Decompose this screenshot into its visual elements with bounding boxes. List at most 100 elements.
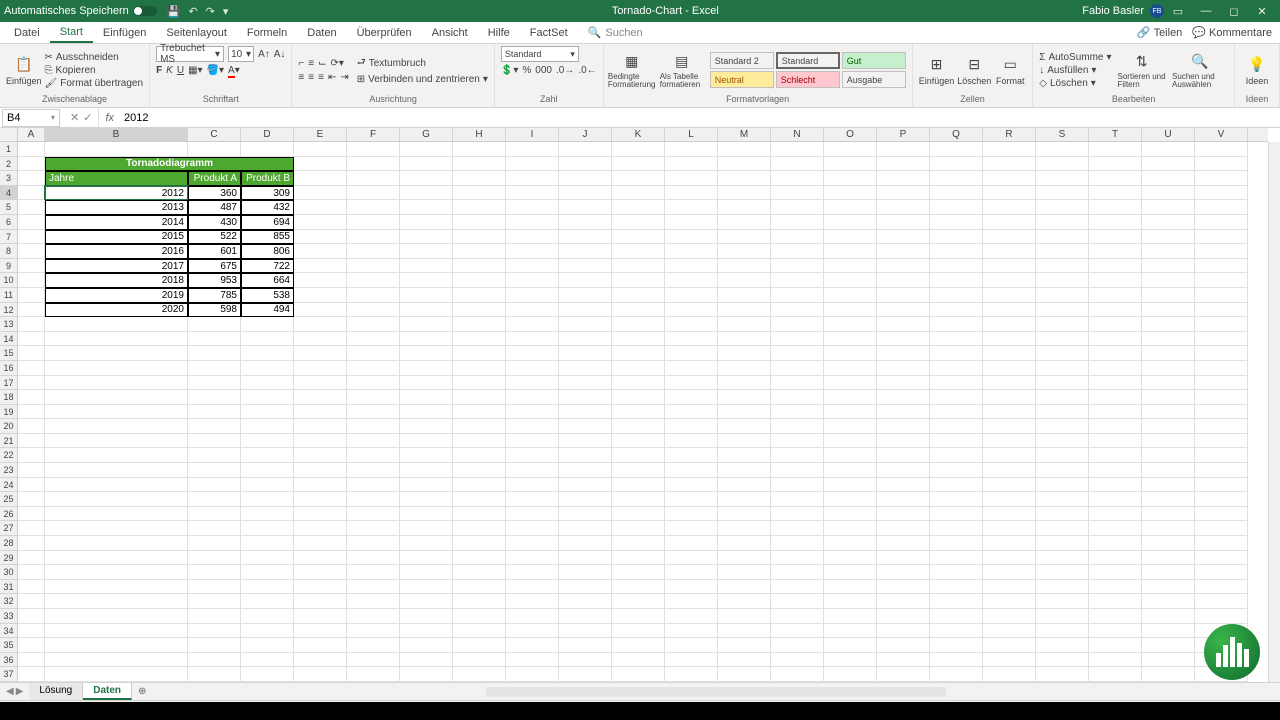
cell-E36[interactable] bbox=[294, 653, 347, 668]
cell-L30[interactable] bbox=[665, 565, 718, 580]
cell-S8[interactable] bbox=[1036, 244, 1089, 259]
cell-N15[interactable] bbox=[771, 346, 824, 361]
cell-L28[interactable] bbox=[665, 536, 718, 551]
cell-P26[interactable] bbox=[877, 507, 930, 522]
cell-U22[interactable] bbox=[1142, 448, 1195, 463]
cell-I37[interactable] bbox=[506, 667, 559, 682]
cell-B31[interactable] bbox=[45, 580, 188, 595]
cell-V17[interactable] bbox=[1195, 376, 1248, 391]
cell-T8[interactable] bbox=[1089, 244, 1142, 259]
cell-N2[interactable] bbox=[771, 157, 824, 172]
font-name-dropdown[interactable]: Trebuchet MS▾ bbox=[156, 46, 224, 62]
cell-I31[interactable] bbox=[506, 580, 559, 595]
cell-D29[interactable] bbox=[241, 551, 294, 566]
cell-P24[interactable] bbox=[877, 478, 930, 493]
cell-Q29[interactable] bbox=[930, 551, 983, 566]
tab-factset[interactable]: FactSet bbox=[520, 24, 578, 42]
cell-S9[interactable] bbox=[1036, 259, 1089, 274]
cell-A23[interactable] bbox=[18, 463, 45, 478]
cell-A24[interactable] bbox=[18, 478, 45, 493]
cell-A5[interactable] bbox=[18, 200, 45, 215]
cell-M10[interactable] bbox=[718, 273, 771, 288]
cell-T36[interactable] bbox=[1089, 653, 1142, 668]
cell-S24[interactable] bbox=[1036, 478, 1089, 493]
autosum-button[interactable]: Σ AutoSumme ▾ bbox=[1039, 52, 1111, 63]
undo-icon[interactable]: ↶ bbox=[188, 5, 197, 18]
increase-decimal-icon[interactable]: .0→ bbox=[556, 65, 574, 76]
enter-formula-icon[interactable]: ✓ bbox=[83, 111, 92, 124]
cell-Q32[interactable] bbox=[930, 594, 983, 609]
cell-G14[interactable] bbox=[400, 332, 453, 347]
cell-J33[interactable] bbox=[559, 609, 612, 624]
tab-hilfe[interactable]: Hilfe bbox=[478, 24, 520, 42]
cell-I24[interactable] bbox=[506, 478, 559, 493]
cell-H26[interactable] bbox=[453, 507, 506, 522]
cell-G23[interactable] bbox=[400, 463, 453, 478]
cell-L6[interactable] bbox=[665, 215, 718, 230]
cell-C16[interactable] bbox=[188, 361, 241, 376]
user-avatar-icon[interactable]: FB bbox=[1150, 4, 1164, 18]
cell-V18[interactable] bbox=[1195, 390, 1248, 405]
qat-dropdown-icon[interactable]: ▾ bbox=[223, 5, 229, 18]
cell-D8[interactable]: 806 bbox=[241, 244, 294, 259]
cell-L5[interactable] bbox=[665, 200, 718, 215]
cell-P34[interactable] bbox=[877, 624, 930, 639]
sheet-nav-next-icon[interactable]: ▶ bbox=[16, 686, 24, 697]
cell-U31[interactable] bbox=[1142, 580, 1195, 595]
cell-R1[interactable] bbox=[983, 142, 1036, 157]
cell-K23[interactable] bbox=[612, 463, 665, 478]
cell-V24[interactable] bbox=[1195, 478, 1248, 493]
cell-R8[interactable] bbox=[983, 244, 1036, 259]
cell-C6[interactable]: 430 bbox=[188, 215, 241, 230]
cell-V3[interactable] bbox=[1195, 171, 1248, 186]
find-select-button[interactable]: 🔍Suchen und Auswählen bbox=[1172, 52, 1228, 89]
cell-P8[interactable] bbox=[877, 244, 930, 259]
cell-B23[interactable] bbox=[45, 463, 188, 478]
spreadsheet-grid[interactable]: ABCDEFGHIJKLMNOPQRSTUV 12345678910111213… bbox=[0, 128, 1280, 682]
italic-icon[interactable]: K bbox=[166, 65, 173, 76]
cell-A7[interactable] bbox=[18, 230, 45, 245]
cell-L15[interactable] bbox=[665, 346, 718, 361]
cell-J13[interactable] bbox=[559, 317, 612, 332]
cell-G30[interactable] bbox=[400, 565, 453, 580]
cell-S15[interactable] bbox=[1036, 346, 1089, 361]
cell-E1[interactable] bbox=[294, 142, 347, 157]
cell-I32[interactable] bbox=[506, 594, 559, 609]
cell-J5[interactable] bbox=[559, 200, 612, 215]
cell-F10[interactable] bbox=[347, 273, 400, 288]
cell-I4[interactable] bbox=[506, 186, 559, 201]
cell-Q18[interactable] bbox=[930, 390, 983, 405]
cell-S1[interactable] bbox=[1036, 142, 1089, 157]
cell-P30[interactable] bbox=[877, 565, 930, 580]
cell-M32[interactable] bbox=[718, 594, 771, 609]
cell-M4[interactable] bbox=[718, 186, 771, 201]
cell-J12[interactable] bbox=[559, 303, 612, 318]
col-header-E[interactable]: E bbox=[294, 128, 347, 141]
cell-A31[interactable] bbox=[18, 580, 45, 595]
cell-R18[interactable] bbox=[983, 390, 1036, 405]
number-format-dropdown[interactable]: Standard▾ bbox=[501, 46, 579, 62]
cell-J18[interactable] bbox=[559, 390, 612, 405]
cell-P7[interactable] bbox=[877, 230, 930, 245]
conditional-format-button[interactable]: ▦Bedingte Formatierung bbox=[610, 52, 654, 89]
cell-U35[interactable] bbox=[1142, 638, 1195, 653]
cell-D11[interactable]: 538 bbox=[241, 288, 294, 303]
cell-A6[interactable] bbox=[18, 215, 45, 230]
cell-L37[interactable] bbox=[665, 667, 718, 682]
cell-Q31[interactable] bbox=[930, 580, 983, 595]
maximize-icon[interactable]: ◻ bbox=[1220, 5, 1248, 18]
cell-R28[interactable] bbox=[983, 536, 1036, 551]
cell-U7[interactable] bbox=[1142, 230, 1195, 245]
col-header-F[interactable]: F bbox=[347, 128, 400, 141]
cell-M24[interactable] bbox=[718, 478, 771, 493]
cell-C14[interactable] bbox=[188, 332, 241, 347]
cell-C37[interactable] bbox=[188, 667, 241, 682]
row-header-12[interactable]: 12 bbox=[0, 303, 17, 318]
cell-D27[interactable] bbox=[241, 521, 294, 536]
cell-U25[interactable] bbox=[1142, 492, 1195, 507]
cell-U15[interactable] bbox=[1142, 346, 1195, 361]
redo-icon[interactable]: ↷ bbox=[206, 5, 215, 18]
cell-J19[interactable] bbox=[559, 405, 612, 420]
cell-D22[interactable] bbox=[241, 448, 294, 463]
cell-A33[interactable] bbox=[18, 609, 45, 624]
